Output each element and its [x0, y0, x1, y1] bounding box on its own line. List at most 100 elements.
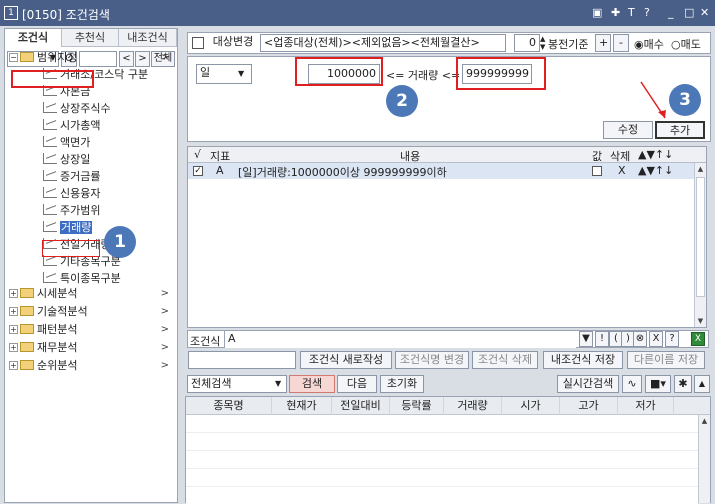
chevron-down-icon: ▼ [238, 69, 245, 78]
chart-line-icon [43, 136, 57, 147]
chart-line-icon [43, 187, 57, 198]
new-condition-button[interactable]: 조건식 새로작성 [300, 351, 392, 369]
expand-icon[interactable]: + [9, 361, 18, 370]
display-select[interactable]: ■▾ [645, 375, 671, 393]
minus-button[interactable]: - [613, 34, 629, 52]
plus-button[interactable]: + [595, 34, 611, 52]
result-scrollbar[interactable]: ▲ [698, 415, 710, 503]
column-header[interactable]: 시가 [502, 397, 560, 415]
change-target-button[interactable]: 대상변경 [208, 34, 258, 52]
pin-icon[interactable]: ✚ [611, 6, 620, 20]
tree-item-label: 시세분석 [37, 287, 78, 300]
pointer-arrow [640, 81, 666, 119]
column-header[interactable]: 현재가 [272, 397, 332, 415]
tree-item[interactable]: − 범위지정 > [9, 49, 175, 66]
tree-item[interactable]: 상장일 [43, 151, 90, 168]
highlight-min [295, 57, 383, 86]
expand-icon[interactable]: + [9, 289, 18, 298]
font-icon[interactable]: T [628, 6, 635, 20]
save-as-button[interactable]: 다른이름 저장 [627, 351, 705, 369]
step-badge-2: 2 [386, 85, 418, 117]
formula-tool-button[interactable]: ▼ [579, 331, 593, 347]
tree-item[interactable]: 증거금률 [43, 168, 100, 185]
table-row[interactable]: ✓ A [일]거래량:1000000이상 999999999이하 X ▲▼↑↓ [188, 163, 694, 179]
chart-line-icon [43, 221, 57, 232]
formula-tool-button[interactable]: ! [595, 331, 609, 347]
minimize-button[interactable]: _ [668, 6, 674, 20]
row-delete[interactable]: X [618, 164, 626, 177]
tree-item-label: 상장주식수 [60, 102, 111, 115]
maximize-button[interactable]: □ [684, 6, 694, 20]
edit-button[interactable]: 수정 [603, 121, 653, 139]
chart-icon[interactable]: ∿ [622, 375, 642, 393]
right-panel: 대상변경 <업종대상(전체)><제외없음><전체월결산> 0 ▲ ▼ 봉전기준 +… [185, 28, 715, 504]
chart-line-icon [43, 102, 57, 113]
next-result-button[interactable]: 다음 [337, 375, 377, 393]
offset-input[interactable]: 0 [514, 34, 540, 52]
scroll-thumb[interactable] [696, 177, 705, 297]
excel-icon[interactable]: X [691, 332, 705, 346]
result-body [186, 415, 698, 504]
link-icon[interactable]: ▣ [592, 6, 602, 20]
gear-icon[interactable]: ✱ [674, 375, 692, 393]
tree-item[interactable]: 상장주식수 [43, 100, 111, 117]
save-condition-button[interactable]: 내조건식 저장 [543, 351, 623, 369]
add-button[interactable]: 추가 [655, 121, 705, 139]
tree-item[interactable]: + 기술적분석 > [9, 303, 175, 320]
scroll-up-icon[interactable]: ▲ [695, 163, 706, 175]
tree-item[interactable]: 신용융자 [43, 185, 100, 202]
column-header[interactable]: 전일대비 [332, 397, 390, 415]
tree-item[interactable]: 액면가 [43, 134, 90, 151]
expand-icon[interactable]: + [9, 307, 18, 316]
formula-tool-button[interactable]: ⊗ [633, 331, 647, 347]
tree-item[interactable]: + 시세분석 > [9, 285, 175, 302]
expand-icon[interactable]: + [9, 343, 18, 352]
close-button[interactable]: ✕ [700, 6, 709, 20]
stepper-icon[interactable]: ▲ ▼ [540, 35, 545, 51]
tree-item[interactable]: 거래량 [43, 219, 93, 236]
delete-condition-button[interactable]: 조건식 삭제 [472, 351, 538, 369]
tab-my-conditions[interactable]: 내조건식 [119, 29, 177, 47]
row-checkbox[interactable]: ✓ [193, 166, 203, 176]
expand-icon[interactable]: − [9, 53, 18, 62]
grid-scrollbar[interactable]: ▲ ▼ [694, 163, 706, 327]
scroll-up-icon[interactable]: ▲ [699, 415, 710, 427]
scroll-down-icon[interactable]: ▼ [695, 315, 706, 327]
tree-item[interactable]: + 패턴분석 > [9, 321, 175, 338]
tree-item-label: 주가범위 [60, 204, 101, 217]
folder-icon [20, 360, 34, 370]
condition-name-input[interactable] [188, 351, 296, 369]
column-header[interactable]: 저가 [618, 397, 674, 415]
tree-item-label: 시가총액 [60, 119, 101, 132]
expand-icon[interactable]: + [9, 325, 18, 334]
tree-item[interactable]: + 순위분석 > [9, 357, 175, 374]
column-header[interactable]: 종목명 [186, 397, 272, 415]
formula-tool-button[interactable]: X [649, 331, 663, 347]
radio-sell[interactable]: ○매도 [671, 36, 701, 52]
tree-item[interactable]: 시가총액 [43, 117, 100, 134]
reset-button[interactable]: 초기화 [380, 375, 424, 393]
tree-item-label: 기술적분석 [37, 305, 88, 318]
radio-buy[interactable]: ◉매수 [634, 36, 664, 52]
tab-conditions[interactable]: 조건식 [5, 29, 62, 47]
formula-tool-button[interactable]: ? [665, 331, 679, 347]
rename-condition-button[interactable]: 조건식명 변경 [395, 351, 469, 369]
formula-label: 조건식 [190, 335, 221, 348]
target-field[interactable]: <업종대상(전체)><제외없음><전체월결산> [260, 34, 506, 52]
formula-input[interactable]: A [224, 331, 576, 348]
column-header[interactable]: 등락률 [390, 397, 444, 415]
tree-item[interactable]: 주가범위 [43, 202, 100, 219]
tree-item[interactable]: + 재무분석 > [9, 339, 175, 356]
realtime-search-button[interactable]: 실시간검색 [557, 375, 619, 393]
tab-recommended[interactable]: 추천식 [62, 29, 119, 47]
help-icon[interactable]: ? [644, 6, 650, 20]
row-order[interactable]: ▲▼↑↓ [638, 164, 673, 177]
condition-grid: √ 지표 내용 값 삭제 ▲▼↑↓ ✓ A [일]거래량:1000000이상 9… [187, 146, 707, 328]
folder-icon [20, 342, 34, 352]
collapse-icon[interactable]: ▲ [694, 375, 710, 393]
column-header[interactable]: 고가 [560, 397, 618, 415]
value-checkbox[interactable] [592, 166, 602, 176]
search-scope-select[interactable]: 전체검색 [187, 375, 287, 393]
column-header[interactable]: 거래량 [444, 397, 502, 415]
search-button[interactable]: 검색 [289, 375, 335, 393]
